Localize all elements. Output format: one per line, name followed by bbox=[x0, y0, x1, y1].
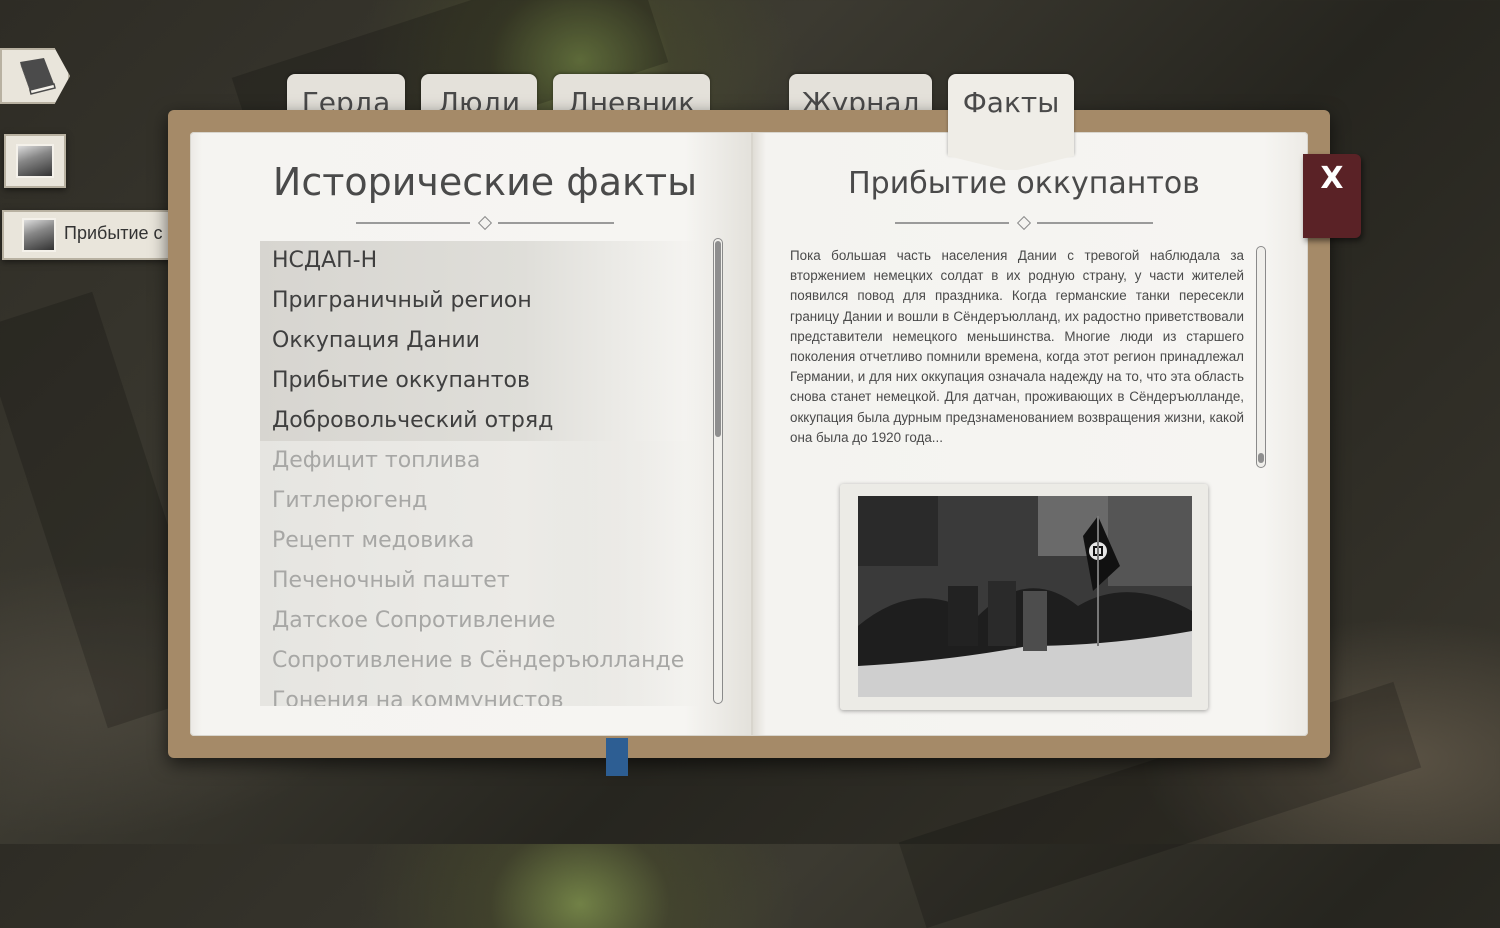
list-scrollbar-thumb[interactable] bbox=[715, 241, 721, 437]
list-item-locked[interactable]: Датское Сопротивление bbox=[260, 601, 700, 641]
facts-list[interactable]: НСДАП-Н Приграничный регион Оккупация Да… bbox=[260, 241, 700, 706]
title-divider bbox=[356, 215, 614, 231]
photo-thumbnail bbox=[16, 144, 54, 178]
fact-title: Прибытие оккупантов bbox=[848, 166, 1200, 201]
list-item-locked[interactable]: Дефицит топлива bbox=[260, 441, 700, 481]
photo-album-button[interactable] bbox=[4, 134, 66, 188]
text-scrollbar-thumb[interactable] bbox=[1258, 453, 1264, 463]
fact-title-divider bbox=[895, 215, 1153, 231]
entry-thumbnail bbox=[22, 218, 56, 252]
list-scrollbar[interactable] bbox=[713, 238, 723, 704]
list-item[interactable]: НСДАП-Н bbox=[260, 241, 700, 281]
journal-book-button[interactable] bbox=[0, 48, 70, 104]
list-item-locked[interactable]: Гонения на коммунистов bbox=[260, 681, 700, 706]
page-title: Исторические факты bbox=[272, 160, 698, 204]
list-item[interactable]: Приграничный регион bbox=[260, 281, 700, 321]
historical-photo-frame bbox=[840, 484, 1208, 710]
list-item-locked[interactable]: Сопротивление в Сёндеръюлланде bbox=[260, 641, 700, 681]
list-item-locked[interactable]: Печеночный паштет bbox=[260, 561, 700, 601]
recent-entry-button[interactable]: Прибытие с bbox=[2, 210, 172, 260]
close-button[interactable]: X bbox=[1303, 154, 1361, 238]
list-item-locked[interactable]: Рецепт медовика bbox=[260, 521, 700, 561]
recent-entry-label: Прибытие с bbox=[64, 223, 163, 243]
tab-facts[interactable]: Факты bbox=[948, 74, 1074, 156]
book-icon bbox=[20, 58, 56, 95]
historical-photo bbox=[858, 496, 1192, 697]
fact-description: Пока большая часть населения Дании с тре… bbox=[790, 248, 1244, 445]
bookmark-ribbon bbox=[606, 738, 628, 776]
list-item[interactable]: Прибытие оккупантов bbox=[260, 361, 700, 401]
list-item[interactable]: Добровольческий отряд bbox=[260, 401, 700, 441]
list-item[interactable]: Оккупация Дании bbox=[260, 321, 700, 361]
text-scrollbar[interactable] bbox=[1256, 246, 1266, 468]
list-item-locked[interactable]: Гитлерюгенд bbox=[260, 481, 700, 521]
